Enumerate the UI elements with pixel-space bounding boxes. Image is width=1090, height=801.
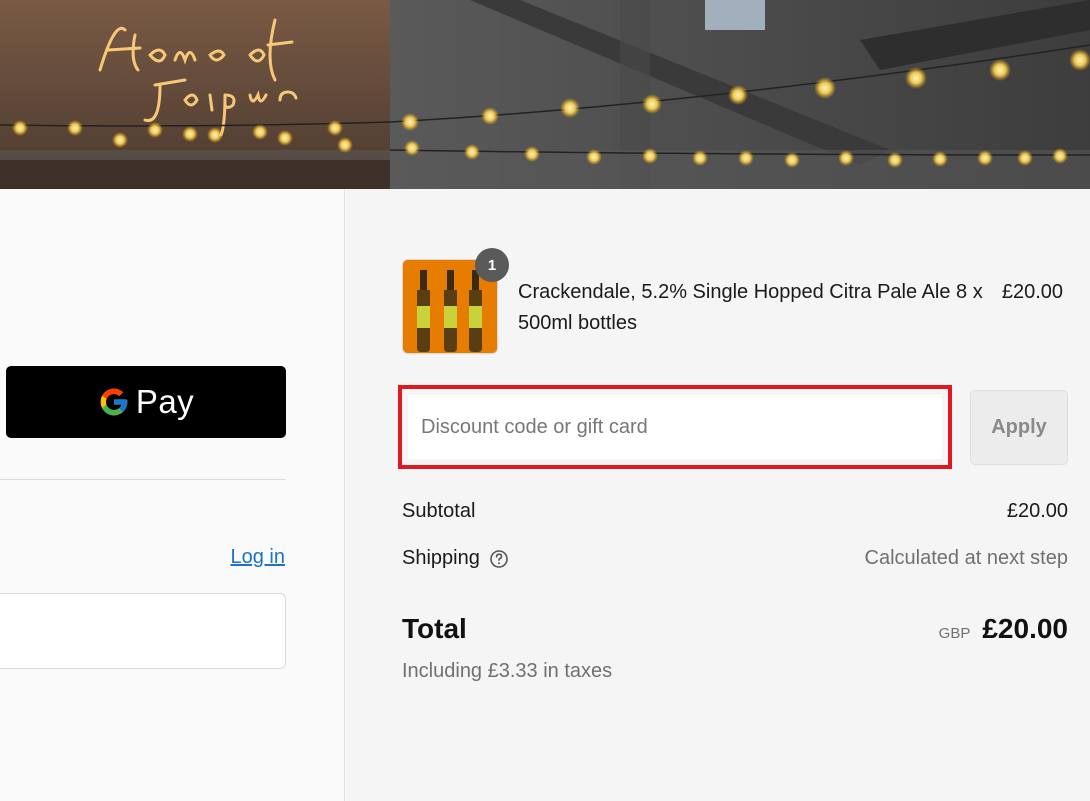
- apply-discount-button[interactable]: Apply: [970, 390, 1068, 465]
- total-amount: £20.00: [982, 613, 1068, 644]
- shipping-label: Shipping: [402, 547, 480, 569]
- discount-code-input[interactable]: [408, 395, 942, 459]
- log-in-link[interactable]: Log in: [231, 546, 286, 569]
- checkout-form-column: Pay Log in: [0, 189, 345, 801]
- total-label: Total: [402, 613, 467, 644]
- hero-banner: [0, 0, 1090, 189]
- subtotal-value: £20.00: [1006, 500, 1068, 522]
- currency-code: GBP: [938, 625, 971, 642]
- subtotal-label: Subtotal: [402, 500, 476, 522]
- subtotal-row: Subtotal £20.00: [402, 500, 1068, 523]
- shipping-row: Shipping Calculated at next step: [402, 547, 1068, 570]
- order-summary: 1 Crackendale, 5.2% Single Hopped Citra …: [346, 189, 1090, 801]
- shipping-value: Calculated at next step: [864, 547, 1068, 569]
- google-g-icon: [100, 388, 128, 416]
- question-circle-icon[interactable]: [489, 549, 509, 569]
- email-field[interactable]: [0, 593, 286, 669]
- product-name: Crackendale, 5.2% Single Hopped Citra Pa…: [518, 281, 983, 334]
- product-price: £20.00: [1001, 281, 1063, 303]
- google-pay-button[interactable]: Pay: [6, 366, 286, 438]
- section-divider: [0, 479, 286, 480]
- quantity-badge: 1: [475, 248, 509, 282]
- discount-highlight: [398, 385, 952, 469]
- google-pay-label: Pay: [135, 383, 195, 420]
- total-row: Total GBP £20.00: [402, 613, 1068, 645]
- taxes-note: Including £3.33 in taxes: [402, 660, 613, 682]
- hero-image: [0, 0, 1090, 189]
